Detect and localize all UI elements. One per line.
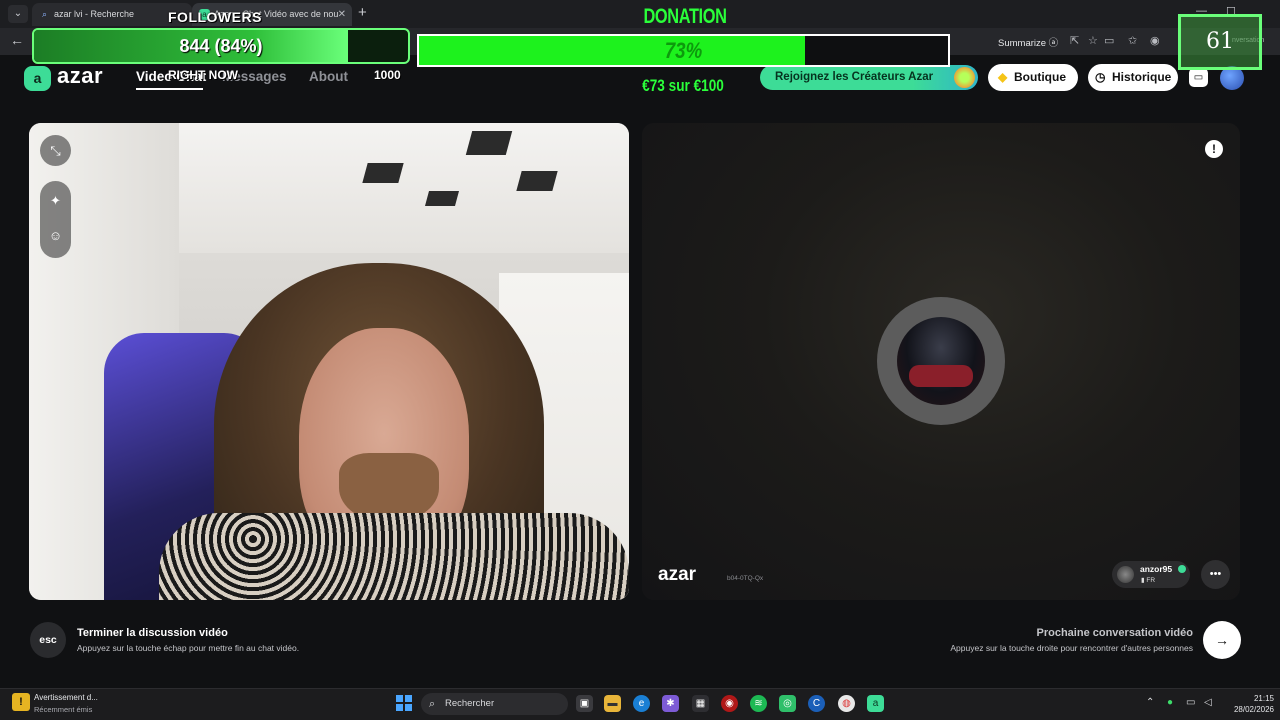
notification-title[interactable]: Avertissement d...: [34, 693, 98, 702]
taskbar-clock[interactable]: 21:15 28/02/2026: [1224, 693, 1274, 715]
creators-badge-icon: [954, 67, 975, 88]
search-icon: ⌕: [429, 698, 436, 710]
media-icon[interactable]: ▭: [1104, 34, 1114, 47]
favorites-icon[interactable]: ✩: [1128, 34, 1137, 47]
next-chat-subtitle: Appuyez sur la touche droite pour rencon…: [950, 643, 1193, 653]
donation-percent: 73%: [664, 38, 703, 63]
peer-profile-image: [909, 365, 973, 387]
azar-logo-text[interactable]: azar: [57, 63, 103, 89]
followers-value: 844 (84%): [179, 36, 263, 56]
inbox-icon[interactable]: ▭: [1189, 68, 1208, 87]
verified-badge-icon: [1178, 565, 1186, 573]
report-shield-icon[interactable]: !: [1205, 140, 1223, 158]
microphone-icon[interactable]: ●: [1167, 697, 1173, 708]
nav-active-underline: [136, 88, 203, 90]
face-filter-icon[interactable]: ☺: [40, 222, 71, 250]
donation-progress-bar: 73%: [417, 34, 950, 67]
end-chat-button[interactable]: esc: [30, 622, 66, 658]
video-background: [516, 171, 558, 191]
edge-browser-icon[interactable]: e: [633, 695, 650, 712]
join-creators-button[interactable]: Rejoignez les Créateurs Azar: [760, 65, 978, 90]
tray-chevron-icon[interactable]: ⌃: [1146, 697, 1154, 708]
video-tools-panel: ✦ ☺: [40, 181, 71, 258]
diamond-icon: ◆: [998, 70, 1008, 84]
next-chat-title: Prochaine conversation vidéo: [1036, 627, 1194, 639]
end-chat-subtitle: Appuyez sur la touche échap pour mettre …: [77, 643, 300, 653]
azar-watermark: azar: [658, 564, 697, 585]
azar-logo-icon[interactable]: a: [24, 66, 51, 91]
video-background: [179, 123, 629, 253]
favorite-star-icon[interactable]: ☆: [1088, 34, 1098, 47]
warning-icon[interactable]: !: [12, 693, 30, 711]
person-in-video: [159, 513, 629, 600]
shop-button[interactable]: ◆ Boutique: [988, 64, 1078, 91]
azar-app-icon[interactable]: a: [867, 695, 884, 712]
donation-amount: €73 sur €100: [642, 76, 724, 95]
viewer-count: 61: [1178, 14, 1262, 70]
close-tab-icon[interactable]: ✕: [338, 3, 346, 26]
tab-label: azar lvi - Recherche: [54, 9, 135, 19]
peer-country: ▮ FR: [1141, 577, 1156, 584]
peer-profile-image: [897, 317, 985, 405]
peer-avatar: [1117, 566, 1134, 583]
open-external-icon[interactable]: ⇱: [1070, 34, 1079, 47]
c-app-icon[interactable]: C: [808, 695, 825, 712]
next-chat-arrow-icon[interactable]: →: [1203, 621, 1241, 659]
profile-icon[interactable]: ◉: [1150, 34, 1160, 47]
chrome-icon[interactable]: ◍: [838, 695, 855, 712]
search-icon: ⌕: [41, 9, 48, 19]
app-red-icon[interactable]: ◉: [721, 695, 738, 712]
video-background: [465, 131, 513, 155]
network-icon[interactable]: ▭: [1186, 697, 1195, 708]
new-tab-plus-icon[interactable]: +: [358, 4, 367, 21]
followers-title: FOLLOWERS: [168, 9, 262, 25]
peer-profile-chip[interactable]: anzor95 ▮ FR: [1112, 561, 1190, 588]
session-id: b04-0TQ-Qx: [727, 575, 764, 582]
video-background: [362, 163, 404, 183]
back-arrow-icon[interactable]: ←: [10, 32, 24, 48]
taskbar-search-input[interactable]: ⌕ Rechercher: [421, 693, 568, 715]
nav-about[interactable]: About: [309, 69, 348, 84]
end-chat-title: Terminer la discussion vidéo: [77, 627, 228, 639]
store-icon[interactable]: ▦: [692, 695, 709, 712]
minimize-video-icon[interactable]: ⤡: [40, 135, 71, 166]
windows-start-icon[interactable]: [396, 695, 412, 711]
history-button[interactable]: ◷ Historique: [1088, 64, 1178, 91]
matching-avatar-ring: [877, 297, 1005, 425]
spotify-icon[interactable]: ≋: [750, 695, 767, 712]
task-view-icon[interactable]: ▣: [576, 695, 593, 712]
summarize-button[interactable]: Summarize ⓐ: [998, 35, 1058, 49]
right-now-label: RIGHT NOW: [168, 68, 238, 82]
local-video-feed: [29, 123, 629, 600]
clock-icon: ◷: [1095, 70, 1106, 84]
chat-app-icon[interactable]: ◎: [779, 695, 796, 712]
right-now-value: 1000: [374, 68, 401, 82]
chat-bubble-icon[interactable]: •••: [1201, 560, 1230, 589]
donation-title: DONATION: [643, 5, 727, 28]
tab-actions-chevron-icon[interactable]: ⌄: [8, 5, 28, 23]
followers-progress-bar: 844 (84%): [32, 28, 410, 64]
speaker-icon[interactable]: ◁: [1204, 697, 1212, 708]
file-explorer-icon[interactable]: ▬: [604, 695, 621, 712]
peer-name: anzor95: [1140, 564, 1173, 574]
video-background: [424, 191, 460, 206]
magic-wand-icon[interactable]: ✦: [40, 187, 71, 215]
copilot-icon[interactable]: ✱: [662, 695, 679, 712]
notification-subtitle: Récemment émis: [34, 705, 93, 714]
